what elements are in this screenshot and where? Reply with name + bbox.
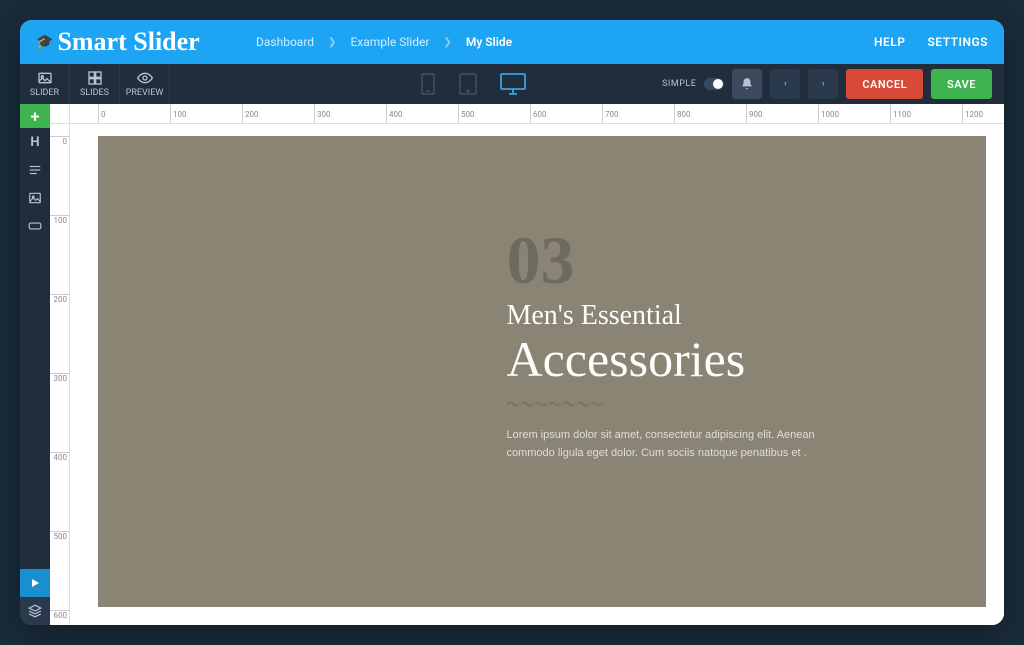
sidebar: + H — [20, 104, 50, 625]
simple-label: SIMPLE — [662, 79, 696, 89]
notifications-button[interactable] — [732, 69, 762, 99]
button-tool[interactable] — [20, 212, 50, 240]
slide-body[interactable]: Lorem ipsum dolor sit amet, consectetur … — [506, 427, 846, 462]
toolbar-right: SIMPLE ‹ › CANCEL SAVE — [662, 69, 1004, 99]
plus-icon: + — [31, 107, 40, 126]
canvas-wrap: 03 Men's Essential Accessories ～～～～～～～ L… — [70, 124, 1004, 625]
ruler-horizontal[interactable]: 0100200300400500600700800900100011001200 — [70, 104, 1004, 124]
main: + H 01 — [20, 104, 1004, 625]
image-tool[interactable] — [20, 184, 50, 212]
topbar: 🎓 Smart Slider Dashboard ❯ Example Slide… — [20, 20, 1004, 64]
workspace: 0100200300400500600700800900100011001200… — [50, 104, 1004, 625]
logo[interactable]: 🎓 Smart Slider — [36, 27, 256, 57]
mode-group: SLIDER SLIDES PREVIEW — [20, 64, 170, 104]
canvas[interactable]: 03 Men's Essential Accessories ～～～～～～～ L… — [98, 136, 986, 607]
ruler-corner — [50, 104, 70, 124]
layers-icon — [28, 604, 42, 618]
help-link[interactable]: HELP — [874, 35, 905, 49]
image-icon — [37, 70, 53, 86]
play-button[interactable] — [20, 569, 50, 597]
mode-slides[interactable]: SLIDES — [70, 64, 120, 104]
layers-button[interactable] — [20, 597, 50, 625]
slide-content[interactable]: 03 Men's Essential Accessories ～～～～～～～ L… — [506, 226, 846, 462]
graduation-cap-icon: 🎓 — [36, 34, 53, 51]
next-button[interactable]: › — [808, 69, 838, 99]
eye-icon — [137, 70, 153, 86]
tablet-icon — [458, 73, 478, 95]
slide-number[interactable]: 03 — [506, 226, 846, 294]
bell-icon — [740, 77, 754, 91]
breadcrumb: Dashboard ❯ Example Slider ❯ My Slide — [256, 35, 512, 49]
ruler-vertical[interactable]: 0100200300400500600 — [50, 124, 70, 625]
add-button[interactable]: + — [20, 104, 50, 128]
wave-divider[interactable]: ～～～～～～～ — [506, 394, 846, 413]
heading-tool[interactable]: H — [20, 128, 50, 156]
heading-icon: H — [30, 135, 39, 150]
image-icon — [28, 191, 42, 205]
settings-link[interactable]: SETTINGS — [927, 35, 988, 49]
logo-text: Smart Slider — [57, 27, 199, 57]
crumb-example-slider[interactable]: Example Slider — [350, 35, 429, 49]
chevron-right-icon: › — [822, 79, 825, 89]
mode-preview[interactable]: PREVIEW — [120, 64, 170, 104]
device-tablet[interactable] — [458, 73, 478, 95]
mode-slider[interactable]: SLIDER — [20, 64, 70, 104]
crumb-dashboard[interactable]: Dashboard — [256, 35, 314, 49]
desktop-icon — [500, 73, 526, 95]
chevron-right-icon: ❯ — [443, 37, 451, 48]
slide-subtitle[interactable]: Men's Essential — [506, 300, 846, 332]
crumb-current[interactable]: My Slide — [466, 35, 512, 49]
play-icon — [29, 577, 41, 589]
text-tool[interactable] — [20, 156, 50, 184]
button-icon — [28, 221, 42, 231]
save-button[interactable]: SAVE — [931, 69, 992, 99]
lines-icon — [28, 163, 42, 177]
cancel-button[interactable]: CANCEL — [846, 69, 923, 99]
device-desktop[interactable] — [500, 73, 526, 95]
device-phone[interactable] — [420, 73, 436, 95]
simple-toggle[interactable] — [704, 78, 724, 90]
slide-title[interactable]: Accessories — [506, 334, 846, 384]
prev-button[interactable]: ‹ — [770, 69, 800, 99]
app-window: 🎓 Smart Slider Dashboard ❯ Example Slide… — [20, 20, 1004, 625]
toolbar: SLIDER SLIDES PREVIEW SIMPLE — [20, 64, 1004, 104]
device-group — [420, 73, 526, 95]
chevron-left-icon: ‹ — [784, 79, 787, 89]
topbar-right: HELP SETTINGS — [874, 35, 988, 49]
chevron-right-icon: ❯ — [328, 37, 336, 48]
phone-icon — [420, 73, 436, 95]
grid-icon — [87, 70, 103, 86]
